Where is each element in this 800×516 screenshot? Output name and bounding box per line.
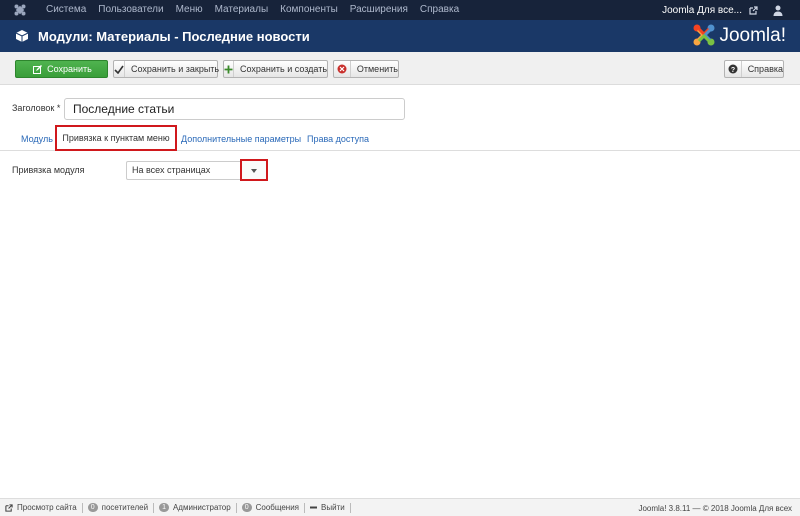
save-new-button[interactable]: Сохранить и создать bbox=[223, 60, 328, 78]
navbar-right: Joomla Для все... bbox=[658, 0, 800, 20]
minus-icon bbox=[310, 506, 318, 509]
question-icon: ? bbox=[725, 61, 742, 77]
cube-icon bbox=[14, 28, 30, 44]
brand-text: Joomla! bbox=[719, 25, 786, 46]
admins-badge: 1 bbox=[159, 503, 169, 512]
version-text: Joomla! 3.8.11 — © 2018 Joomla Для всех bbox=[638, 503, 792, 513]
save-close-label: Сохранить и закрыть bbox=[131, 64, 220, 74]
tab-bar: Модуль Привязка к пунктам меню Дополните… bbox=[0, 124, 800, 151]
check-icon bbox=[114, 61, 125, 77]
module-assignment-value: На всех страницах bbox=[132, 165, 211, 175]
external-link-icon bbox=[5, 503, 13, 512]
save-button-label: Сохранить bbox=[47, 64, 92, 74]
preview-site-link[interactable]: Просмотр сайта bbox=[0, 502, 83, 513]
toolbar: Сохранить Сохранить и закрыть Сохранить … bbox=[0, 52, 800, 85]
menu-item-extensions[interactable]: Расширения bbox=[344, 0, 414, 20]
main-menu: Система Пользователи Меню Материалы Комп… bbox=[40, 0, 465, 20]
tab-menu-assignment[interactable]: Привязка к пунктам меню bbox=[55, 125, 177, 151]
messages-badge: 0 bbox=[241, 503, 252, 512]
menu-item-help[interactable]: Справка bbox=[414, 0, 465, 20]
logout-link[interactable]: Выйти bbox=[305, 502, 351, 513]
visitors-indicator[interactable]: 0 посетителей bbox=[83, 502, 155, 513]
top-navbar: Система Пользователи Меню Материалы Комп… bbox=[0, 0, 800, 20]
admins-indicator[interactable]: 1 Администратор bbox=[154, 502, 237, 513]
logout-label: Выйти bbox=[321, 503, 345, 512]
tab-advanced[interactable]: Дополнительные параметры bbox=[181, 128, 301, 152]
visitors-label: посетителей bbox=[101, 503, 149, 512]
svg-text:?: ? bbox=[731, 67, 735, 74]
save-button[interactable]: Сохранить bbox=[15, 60, 108, 78]
save-close-button[interactable]: Сохранить и закрыть bbox=[113, 60, 220, 78]
messages-indicator[interactable]: 0 Сообщения bbox=[237, 502, 306, 513]
edit-icon bbox=[31, 61, 43, 77]
joomla-brand: Joomla! bbox=[692, 23, 786, 49]
plus-icon bbox=[224, 61, 234, 77]
menu-item-system[interactable]: Система bbox=[40, 0, 92, 20]
menu-item-menus[interactable]: Меню bbox=[170, 0, 209, 20]
cancel-icon bbox=[334, 61, 351, 77]
module-assignment-label: Привязка модуля bbox=[12, 165, 85, 175]
menu-item-content[interactable]: Материалы bbox=[209, 0, 275, 20]
messages-label: Сообщения bbox=[255, 503, 300, 512]
menu-item-components[interactable]: Компоненты bbox=[274, 0, 344, 20]
caret-down-icon bbox=[251, 164, 257, 176]
title-label: Заголовок * bbox=[12, 103, 61, 113]
tab-module[interactable]: Модуль bbox=[21, 128, 53, 152]
cancel-label: Отменить bbox=[356, 64, 398, 74]
preview-site-label: Просмотр сайта bbox=[17, 503, 77, 512]
tab-permissions[interactable]: Права доступа bbox=[307, 128, 369, 152]
joomla-logo-icon[interactable] bbox=[0, 0, 40, 20]
status-bar: Просмотр сайта 0 посетителей 1 Администр… bbox=[0, 498, 800, 516]
help-label: Справка bbox=[747, 64, 783, 74]
help-button[interactable]: ? Справка bbox=[724, 60, 784, 78]
cancel-button[interactable]: Отменить bbox=[333, 60, 399, 78]
dropdown-toggle[interactable] bbox=[240, 159, 268, 181]
save-new-label: Сохранить и создать bbox=[240, 64, 328, 74]
joomla-brand-icon bbox=[692, 23, 716, 50]
page-title: Модули: Материалы - Последние новости bbox=[38, 28, 310, 44]
admins-label: Администратор bbox=[172, 503, 231, 512]
external-link-icon[interactable] bbox=[746, 3, 760, 17]
title-input[interactable] bbox=[64, 98, 405, 120]
version-info: Joomla! 3.8.11 — © 2018 Joomla Для всех bbox=[638, 499, 792, 516]
title-bar: Модули: Материалы - Последние новости Jo… bbox=[0, 20, 800, 52]
user-icon[interactable] bbox=[770, 3, 786, 17]
menu-item-users[interactable]: Пользователи bbox=[92, 0, 169, 20]
site-link[interactable]: Joomla Для все... bbox=[658, 5, 746, 16]
visitors-badge: 0 bbox=[87, 503, 98, 512]
